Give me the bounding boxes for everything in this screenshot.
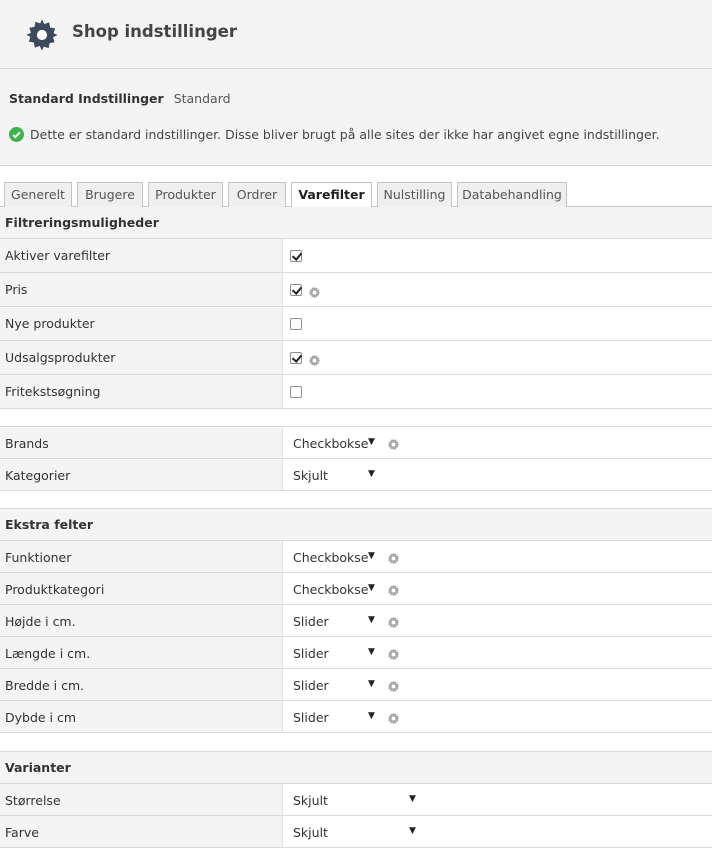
setting-label: Højde i cm. <box>5 614 76 629</box>
aktiver-varefilter-checkbox[interactable] <box>290 250 302 262</box>
select-value: Checkbokse <box>293 582 369 597</box>
section-title-filter: Filtreringsmuligheder <box>0 207 712 239</box>
setting-row-brands: Brands Checkbokse ▼ <box>0 427 712 459</box>
gear-icon <box>25 18 59 52</box>
setting-label: Pris <box>5 282 28 297</box>
setting-label: Brands <box>5 436 49 451</box>
pris-checkbox[interactable] <box>290 284 302 296</box>
gear-icon[interactable] <box>387 648 400 661</box>
setting-label: Produktkategori <box>5 582 105 597</box>
hojde-select[interactable]: Slider ▼ <box>282 605 712 636</box>
setting-row-pris: Pris <box>0 273 712 307</box>
settings-scope-label: Standard Indstillinger <box>9 91 164 106</box>
section-spacer <box>0 409 712 427</box>
gear-icon[interactable] <box>308 286 321 299</box>
farve-select[interactable]: Skjult ▼ <box>282 816 712 847</box>
info-panel: Standard Indstillinger Standard Dette er… <box>0 69 712 166</box>
setting-row-storrelse: Størrelse Skjult ▼ <box>0 784 712 816</box>
setting-row-laengde: Længde i cm. Slider ▼ <box>0 637 712 669</box>
setting-row-produktkategori: Produktkategori Checkbokse ▼ <box>0 573 712 605</box>
bredde-select[interactable]: Slider ▼ <box>282 669 712 700</box>
setting-label: Farve <box>5 825 39 840</box>
setting-label: Dybde i cm <box>5 710 77 725</box>
setting-row-fritekstsogning: Fritekstsøgning <box>0 375 712 409</box>
setting-row-hojde: Højde i cm. Slider ▼ <box>0 605 712 637</box>
gear-icon[interactable] <box>308 354 321 367</box>
udsalgsprodukter-checkbox[interactable] <box>290 352 302 364</box>
chevron-down-icon: ▼ <box>368 647 375 657</box>
setting-label: Nye produkter <box>5 316 95 331</box>
status-message-text: Dette er standard indstillinger. Disse b… <box>30 127 660 142</box>
tab-varefilter[interactable]: Varefilter <box>291 182 372 208</box>
gear-icon[interactable] <box>387 616 400 629</box>
setting-label: Længde i cm. <box>5 646 91 661</box>
nye-produkter-checkbox[interactable] <box>290 318 302 330</box>
gear-icon[interactable] <box>387 552 400 565</box>
setting-row-nye-produkter: Nye produkter <box>0 307 712 341</box>
select-value: Skjult <box>293 793 328 808</box>
setting-label: Bredde i cm. <box>5 678 85 693</box>
fritekstsogning-checkbox[interactable] <box>290 386 302 398</box>
select-value: Checkbokse <box>293 550 369 565</box>
tab-produkter[interactable]: Produkter <box>148 182 223 207</box>
section-spacer <box>0 491 712 509</box>
kategorier-select[interactable]: Skjult ▼ <box>282 459 712 490</box>
setting-label: Størrelse <box>5 793 61 808</box>
tab-databehandling[interactable]: Databehandling <box>457 182 567 207</box>
setting-label: Kategorier <box>5 468 71 483</box>
chevron-down-icon: ▼ <box>409 826 416 836</box>
setting-row-dybde: Dybde i cm Slider ▼ <box>0 701 712 733</box>
gear-icon[interactable] <box>387 438 400 451</box>
check-circle-icon <box>9 127 24 142</box>
select-value: Skjult <box>293 825 328 840</box>
tab-brugere[interactable]: Brugere <box>77 182 143 207</box>
chevron-down-icon: ▼ <box>368 469 375 479</box>
chevron-down-icon: ▼ <box>368 615 375 625</box>
section-title-extra: Ekstra felter <box>0 509 712 541</box>
laengde-select[interactable]: Slider ▼ <box>282 637 712 668</box>
gear-icon[interactable] <box>387 712 400 725</box>
status-message: Dette er standard indstillinger. Disse b… <box>9 127 660 142</box>
produktkategori-select[interactable]: Checkbokse ▼ <box>282 573 712 604</box>
setting-label: Aktiver varefilter <box>5 248 111 263</box>
funktioner-select[interactable]: Checkbokse ▼ <box>282 541 712 572</box>
setting-label: Fritekstsøgning <box>5 384 101 399</box>
gear-icon[interactable] <box>387 584 400 597</box>
select-value: Checkbokse <box>293 436 369 451</box>
chevron-down-icon: ▼ <box>368 437 375 447</box>
setting-row-funktioner: Funktioner Checkbokse ▼ <box>0 541 712 573</box>
setting-row-bredde: Bredde i cm. Slider ▼ <box>0 669 712 701</box>
settings-scope: Standard Indstillinger Standard <box>9 91 231 106</box>
select-value: Skjult <box>293 468 328 483</box>
select-value: Slider <box>293 678 329 693</box>
gear-icon[interactable] <box>387 680 400 693</box>
page-header: Shop indstillinger <box>0 0 712 69</box>
chevron-down-icon: ▼ <box>368 551 375 561</box>
setting-label: Funktioner <box>5 550 72 565</box>
setting-row-udsalgsprodukter: Udsalgsprodukter <box>0 341 712 375</box>
setting-row-aktiver-varefilter: Aktiver varefilter <box>0 239 712 273</box>
settings-scope-value: Standard <box>173 91 231 106</box>
brands-select[interactable]: Checkbokse ▼ <box>282 427 712 458</box>
chevron-down-icon: ▼ <box>409 794 416 804</box>
section-title-variants: Varianter <box>0 752 712 784</box>
storrelse-select[interactable]: Skjult ▼ <box>282 784 712 815</box>
chevron-down-icon: ▼ <box>368 711 375 721</box>
select-value: Slider <box>293 614 329 629</box>
tab-generelt[interactable]: Generelt <box>4 182 72 207</box>
chevron-down-icon: ▼ <box>368 679 375 689</box>
section-spacer <box>0 733 712 752</box>
dybde-select[interactable]: Slider ▼ <box>282 701 712 732</box>
tab-nulstilling[interactable]: Nulstilling <box>377 182 452 207</box>
select-value: Slider <box>293 710 329 725</box>
select-value: Slider <box>293 646 329 661</box>
setting-row-farve: Farve Skjult ▼ <box>0 816 712 848</box>
setting-label: Udsalgsprodukter <box>5 350 116 365</box>
chevron-down-icon: ▼ <box>368 583 375 593</box>
tab-ordrer[interactable]: Ordrer <box>228 182 286 207</box>
setting-row-kategorier: Kategorier Skjult ▼ <box>0 459 712 491</box>
settings-tabs: Generelt Brugere Produkter Ordrer Varefi… <box>0 181 712 208</box>
page-title: Shop indstillinger <box>72 22 237 41</box>
